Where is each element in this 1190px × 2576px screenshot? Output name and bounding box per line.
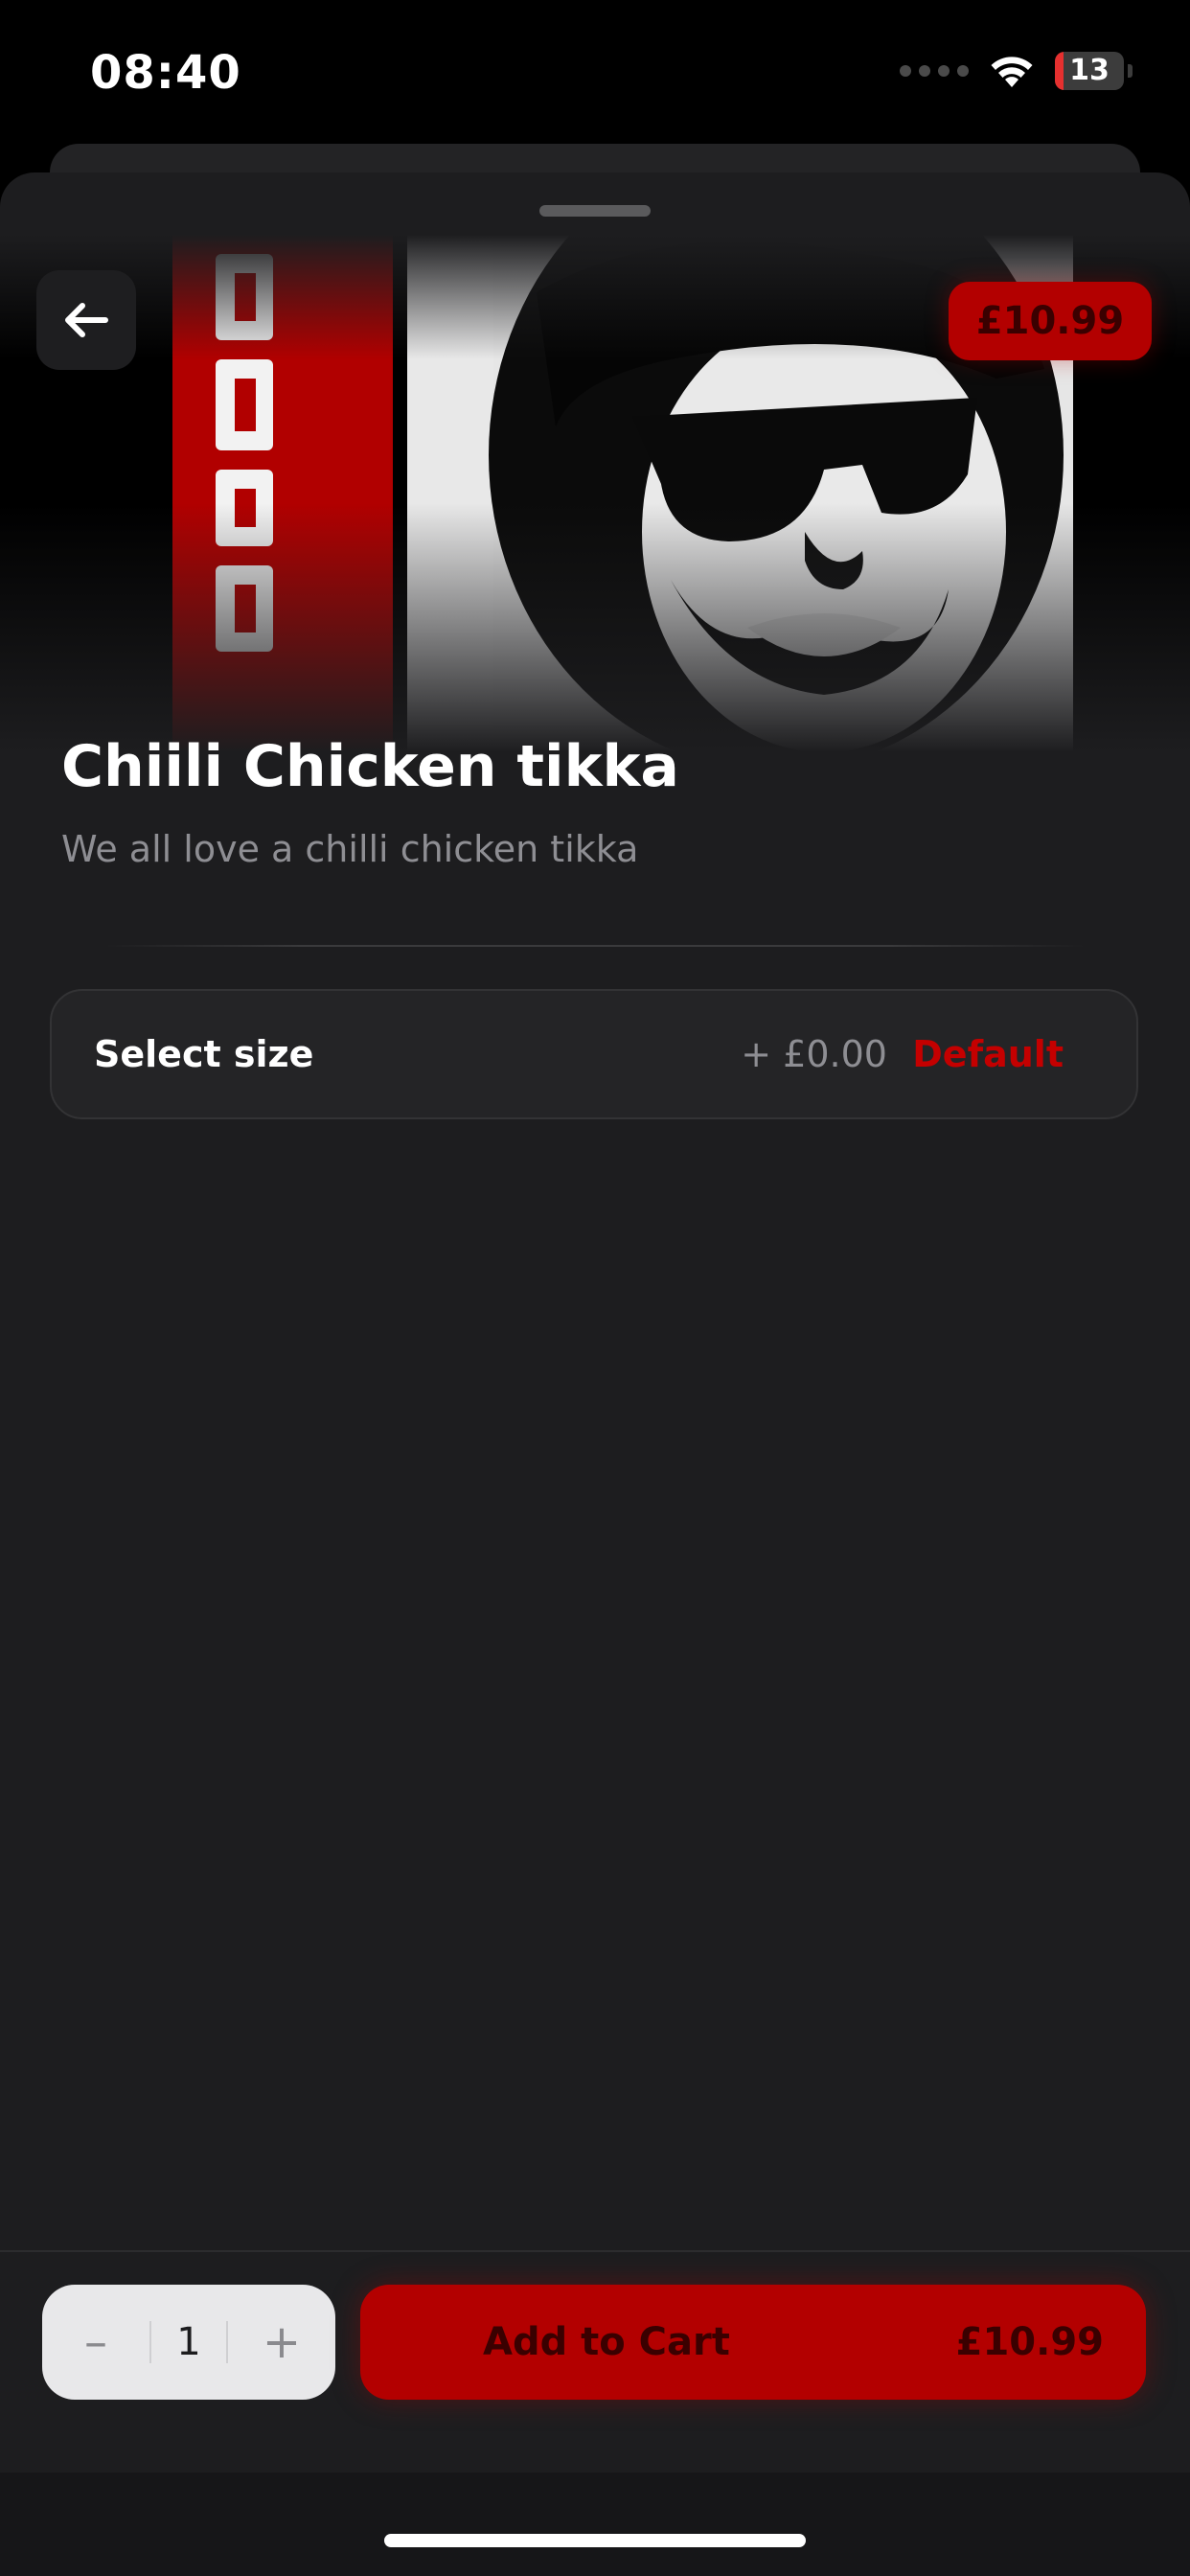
- option-label: Select size: [94, 1033, 314, 1075]
- sheet-grabber[interactable]: [539, 205, 651, 217]
- product-title: Chiili Chicken tikka: [61, 733, 679, 800]
- add-to-cart-button[interactable]: Add to Cart £10.99: [360, 2285, 1146, 2400]
- add-to-cart-label: Add to Cart: [483, 2320, 730, 2364]
- status-time: 08:40: [90, 46, 241, 100]
- increment-button[interactable]: +: [228, 2285, 335, 2400]
- battery-icon: 13: [1055, 52, 1124, 90]
- option-selection: Default: [912, 1033, 1064, 1075]
- product-sheet: [0, 172, 1190, 2576]
- quantity-value: 1: [176, 2320, 201, 2364]
- status-icons: 13: [900, 52, 1133, 90]
- wifi-icon: [991, 57, 1033, 87]
- option-price-delta: + £0.00: [741, 1033, 887, 1075]
- hero-bottom-gradient: [0, 503, 1190, 752]
- section-divider: [105, 945, 1085, 947]
- option-select-size[interactable]: Select size + £0.00 Default: [50, 989, 1138, 1119]
- home-indicator[interactable]: [384, 2534, 806, 2547]
- bottom-safe-area: [0, 2472, 1190, 2576]
- battery-nub: [1128, 64, 1133, 78]
- product-description: We all love a chilli chicken tikka: [61, 828, 639, 870]
- price-badge: £10.99: [949, 282, 1152, 360]
- back-button[interactable]: [36, 270, 136, 370]
- arrow-left-icon: [65, 303, 108, 337]
- product-detail-screen: 08:40 13 £10.99 Chiili Chicken tikka We …: [0, 0, 1190, 2576]
- battery-level: 13: [1069, 54, 1110, 87]
- status-bar: 08:40 13: [0, 0, 1190, 144]
- decrement-button[interactable]: –: [42, 2285, 149, 2400]
- cellular-signal-icon: [900, 65, 969, 77]
- quantity-stepper: – 1 +: [42, 2285, 335, 2400]
- add-to-cart-total: £10.99: [955, 2320, 1104, 2364]
